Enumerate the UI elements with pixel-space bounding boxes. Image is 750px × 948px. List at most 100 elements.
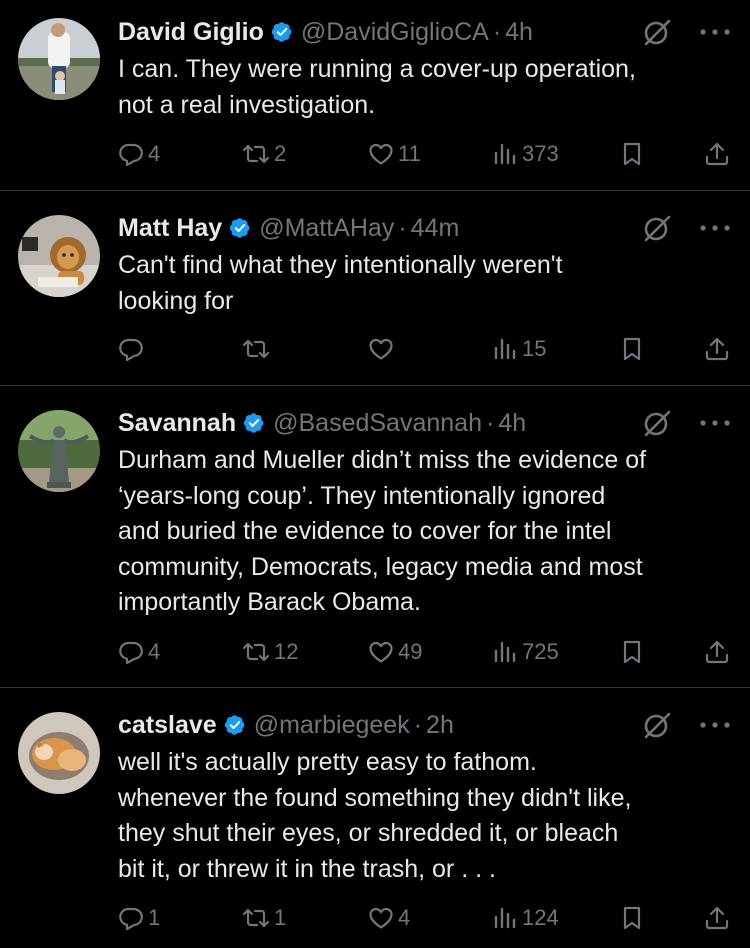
action-bar: 4 12 49 725	[0, 639, 750, 669]
grok-icon[interactable]	[642, 17, 672, 47]
like-button[interactable]: 49	[368, 639, 422, 665]
avatar[interactable]	[18, 215, 100, 297]
share-button[interactable]	[704, 639, 730, 665]
bookmark-icon	[620, 336, 644, 362]
handle[interactable]: @MattAHay	[259, 214, 394, 243]
views-icon	[492, 905, 518, 931]
like-button[interactable]	[368, 336, 398, 362]
reply-icon	[118, 141, 144, 167]
grok-icon[interactable]	[642, 213, 672, 243]
repost-icon	[242, 639, 270, 665]
tweet-header: Matt Hay @MattAHay · 44m	[118, 212, 459, 244]
views-icon	[492, 336, 518, 362]
bookmark-button[interactable]	[620, 905, 644, 931]
repost-button[interactable]: 12	[242, 639, 298, 665]
repost-count: 1	[274, 905, 287, 930]
views-button[interactable]: 124	[492, 905, 559, 931]
repost-icon	[242, 141, 270, 167]
display-name[interactable]: David Giglio	[118, 18, 264, 47]
display-name[interactable]: Savannah	[118, 409, 236, 438]
reply-icon	[118, 639, 144, 665]
tweet-card[interactable]: catslave @marbiegeek · 2h well it's actu…	[0, 688, 750, 948]
bookmark-icon	[620, 141, 644, 167]
tweet-text: Can't find what they intentionally weren…	[118, 251, 563, 315]
repost-count: 2	[274, 141, 287, 166]
handle[interactable]: @DavidGiglioCA	[301, 18, 489, 47]
avatar[interactable]	[18, 712, 100, 794]
views-count: 725	[522, 639, 559, 664]
tweet-text: well it's actually pretty easy to fathom…	[118, 748, 632, 883]
tweet-card[interactable]: Savannah @BasedSavannah · 4h Durham and …	[0, 386, 750, 687]
like-count: 11	[398, 141, 421, 166]
tweet-card[interactable]: Matt Hay @MattAHay · 44m Can't find what…	[0, 191, 750, 385]
like-icon	[368, 141, 394, 167]
views-button[interactable]: 15	[492, 336, 546, 362]
views-button[interactable]: 373	[492, 141, 559, 167]
grok-icon[interactable]	[642, 408, 672, 438]
reply-icon	[118, 336, 144, 362]
tweet-header: catslave @marbiegeek · 2h	[118, 709, 454, 741]
like-count: 4	[398, 905, 411, 930]
display-name[interactable]: catslave	[118, 711, 217, 740]
verified-badge-icon	[271, 21, 293, 43]
tweet-text: Durham and Mueller didn’t miss the evide…	[118, 446, 647, 616]
bookmark-button[interactable]	[620, 336, 644, 362]
timestamp[interactable]: 4h	[498, 409, 526, 438]
bookmark-button[interactable]	[620, 639, 644, 665]
more-icon[interactable]	[698, 223, 732, 233]
timestamp[interactable]: 44m	[411, 214, 460, 243]
verified-badge-icon	[224, 714, 246, 736]
like-button[interactable]: 11	[368, 141, 421, 167]
repost-icon	[242, 336, 270, 362]
reply-button[interactable]	[118, 336, 148, 362]
like-icon	[368, 639, 394, 665]
repost-button[interactable]	[242, 336, 274, 362]
share-icon	[704, 639, 730, 665]
repost-button[interactable]: 1	[242, 905, 286, 931]
views-icon	[492, 639, 518, 665]
more-icon[interactable]	[698, 27, 732, 37]
reply-count: 4	[148, 141, 161, 166]
separator-dot: ·	[485, 408, 495, 437]
display-name[interactable]: Matt Hay	[118, 214, 222, 243]
action-bar: 1 1 4 124	[0, 905, 750, 935]
timestamp[interactable]: 4h	[505, 18, 533, 47]
share-button[interactable]	[704, 905, 730, 931]
avatar[interactable]	[18, 410, 100, 492]
like-button[interactable]: 4	[368, 905, 410, 931]
share-button[interactable]	[704, 336, 730, 362]
reply-feed: David Giglio @DavidGiglioCA · 4h I can. …	[0, 0, 750, 948]
views-count: 15	[522, 336, 547, 361]
share-icon	[704, 905, 730, 931]
views-count: 124	[522, 905, 559, 930]
tweet-header: Savannah @BasedSavannah · 4h	[118, 407, 526, 439]
bookmark-icon	[620, 639, 644, 665]
repost-count: 12	[274, 639, 299, 664]
grok-icon[interactable]	[642, 710, 672, 740]
like-icon	[368, 905, 394, 931]
reply-button[interactable]: 4	[118, 141, 160, 167]
like-count: 49	[398, 639, 423, 664]
tweet-card[interactable]: David Giglio @DavidGiglioCA · 4h I can. …	[0, 0, 750, 190]
avatar[interactable]	[18, 18, 100, 100]
separator-dot: ·	[413, 710, 423, 739]
share-button[interactable]	[704, 141, 730, 167]
reply-icon	[118, 905, 144, 931]
like-icon	[368, 336, 394, 362]
action-bar: 4 2 11 373	[0, 141, 750, 171]
reply-count: 1	[148, 905, 161, 930]
bookmark-button[interactable]	[620, 141, 644, 167]
repost-button[interactable]: 2	[242, 141, 286, 167]
more-icon[interactable]	[698, 720, 732, 730]
timestamp[interactable]: 2h	[426, 711, 454, 740]
views-icon	[492, 141, 518, 167]
views-button[interactable]: 725	[492, 639, 559, 665]
reply-button[interactable]: 1	[118, 905, 160, 931]
handle[interactable]: @marbiegeek	[254, 711, 410, 740]
bookmark-icon	[620, 905, 644, 931]
tweet-text: I can. They were running a cover-up oper…	[118, 55, 636, 119]
more-icon[interactable]	[698, 418, 732, 428]
handle[interactable]: @BasedSavannah	[273, 409, 482, 438]
reply-button[interactable]: 4	[118, 639, 160, 665]
separator-dot: ·	[398, 213, 407, 242]
